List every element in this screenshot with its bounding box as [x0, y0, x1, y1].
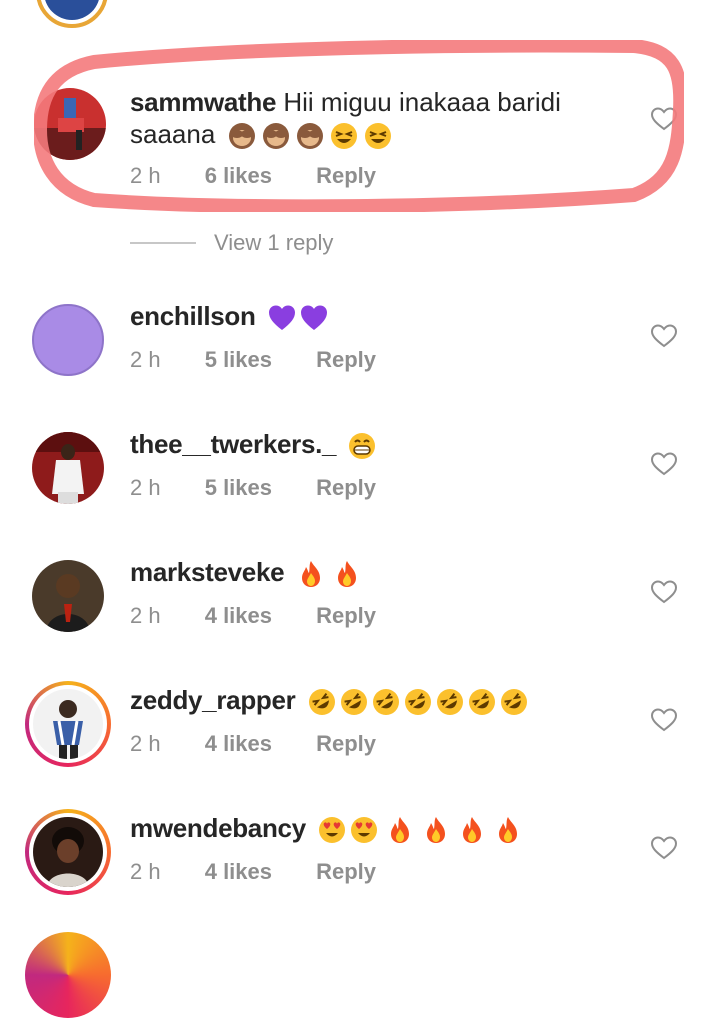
reply-button[interactable]: Reply: [316, 731, 376, 756]
comment-time: 2 h: [130, 603, 161, 628]
comment-likes[interactable]: 4 likes: [205, 859, 272, 884]
avatar: [33, 689, 103, 759]
reply-button[interactable]: Reply: [316, 859, 376, 884]
comment-time: 2 h: [130, 347, 161, 372]
comment-username[interactable]: sammwathe: [130, 87, 276, 117]
comment-time: 2 h: [130, 859, 161, 884]
partial-avatar-bottom: [25, 932, 111, 1018]
comment-likes[interactable]: 5 likes: [205, 347, 272, 372]
reply-button[interactable]: Reply: [316, 347, 376, 372]
comment-text: zeddy_rapper: [130, 684, 529, 717]
avatar-story-ring[interactable]: [25, 681, 111, 767]
comment-text: marksteveke: [130, 556, 362, 589]
comment-meta: 2 h 4 likes Reply: [130, 603, 414, 629]
avatar[interactable]: [32, 304, 104, 376]
rofl-icon: [435, 687, 465, 717]
see-no-evil-monkey-icon: [261, 121, 291, 151]
comment-text: thee__twerkers._: [130, 428, 377, 461]
reply-button[interactable]: Reply: [316, 475, 376, 500]
squinting-face-icon: [329, 121, 359, 151]
see-no-evil-monkey-icon: [227, 121, 257, 151]
comment-message: saaana: [130, 119, 216, 149]
comment-message: Hii miguu inakaaa baridi: [283, 87, 561, 117]
comment-likes[interactable]: 6 likes: [205, 163, 272, 188]
grinning-face-icon: [347, 431, 377, 461]
fire-icon: [332, 559, 362, 589]
comment-meta: 2 h 5 likes Reply: [130, 347, 414, 373]
heart-eyes-icon: [317, 815, 347, 845]
comment-time: 2 h: [130, 731, 161, 756]
comment-text-continued: saaana: [130, 118, 393, 151]
partial-avatar-top: [36, 0, 108, 28]
like-heart-icon[interactable]: [651, 836, 677, 860]
comment-username[interactable]: marksteveke: [130, 557, 285, 587]
purple-heart-icon: [299, 303, 329, 333]
comment-text: mwendebancy: [130, 812, 523, 845]
comment-time: 2 h: [130, 163, 161, 188]
like-heart-icon[interactable]: [651, 708, 677, 732]
comment-meta: 2 h 5 likes Reply: [130, 475, 414, 501]
comment-meta: 2 h 4 likes Reply: [130, 731, 414, 757]
comment-text: sammwathe Hii miguu inakaaa baridi: [130, 86, 561, 118]
rofl-icon: [339, 687, 369, 717]
comment-likes[interactable]: 5 likes: [205, 475, 272, 500]
rofl-icon: [403, 687, 433, 717]
avatar[interactable]: [32, 560, 104, 632]
avatar: [33, 817, 103, 887]
like-heart-icon[interactable]: [651, 107, 677, 131]
see-no-evil-monkey-icon: [295, 121, 325, 151]
fire-icon: [385, 815, 415, 845]
reply-button[interactable]: Reply: [316, 163, 376, 188]
comment-meta: 2 h 6 likes Reply: [130, 163, 414, 189]
comment-meta: 2 h 4 likes Reply: [130, 859, 414, 885]
fire-icon: [296, 559, 326, 589]
avatar[interactable]: [32, 432, 104, 504]
fire-icon: [493, 815, 523, 845]
comment-likes[interactable]: 4 likes: [205, 731, 272, 756]
heart-eyes-icon: [349, 815, 379, 845]
view-replies-divider: [130, 242, 196, 244]
rofl-icon: [307, 687, 337, 717]
fire-icon: [421, 815, 451, 845]
squinting-face-icon: [363, 121, 393, 151]
like-heart-icon[interactable]: [651, 452, 677, 476]
rofl-icon: [467, 687, 497, 717]
comment-username[interactable]: enchillson: [130, 301, 256, 331]
comment-text: enchillson: [130, 300, 329, 333]
comment-likes[interactable]: 4 likes: [205, 603, 272, 628]
avatar[interactable]: [34, 88, 106, 160]
comment-username[interactable]: thee__twerkers._: [130, 429, 337, 459]
rofl-icon: [499, 687, 529, 717]
reply-button[interactable]: Reply: [316, 603, 376, 628]
comment-username[interactable]: mwendebancy: [130, 813, 306, 843]
fire-icon: [457, 815, 487, 845]
like-heart-icon[interactable]: [651, 324, 677, 348]
comment-time: 2 h: [130, 475, 161, 500]
view-replies-button[interactable]: View 1 reply: [214, 230, 333, 256]
avatar-story-ring[interactable]: [25, 809, 111, 895]
comment-username[interactable]: zeddy_rapper: [130, 685, 296, 715]
like-heart-icon[interactable]: [651, 580, 677, 604]
rofl-icon: [371, 687, 401, 717]
purple-heart-icon: [267, 303, 297, 333]
